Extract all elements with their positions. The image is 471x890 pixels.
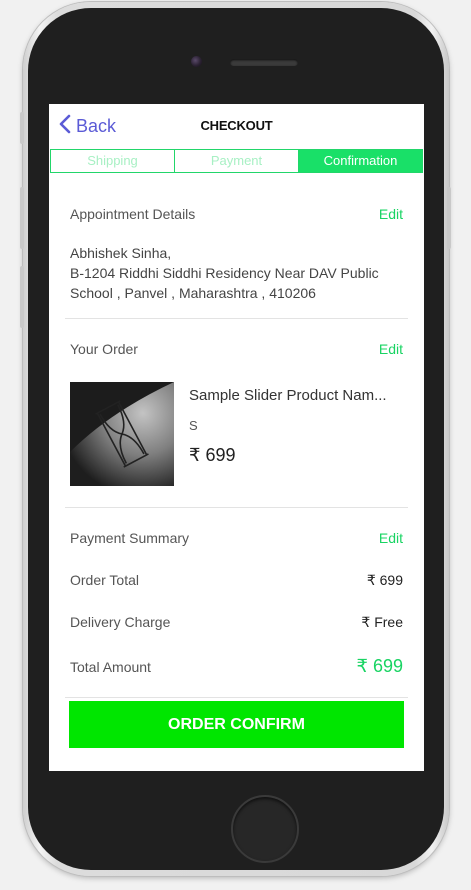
product-price: ₹ 699 xyxy=(189,445,236,465)
order-total-value: ₹ 699 xyxy=(366,572,403,588)
order-total-row: Order Total ₹ 699 xyxy=(70,572,403,589)
order-heading: Your Order xyxy=(70,341,138,357)
home-button[interactable] xyxy=(231,795,299,863)
appointment-heading: Appointment Details xyxy=(70,206,196,222)
step-payment[interactable]: Payment xyxy=(174,150,298,172)
divider xyxy=(65,318,408,319)
appointment-address-block: Abhishek Sinha, B-1204 Riddhi Siddhi Res… xyxy=(70,243,400,303)
page-title: CHECKOUT xyxy=(200,118,273,133)
total-amount-value: ₹ 699 xyxy=(356,656,404,676)
product-size: S xyxy=(189,418,198,433)
mute-switch xyxy=(20,112,24,144)
power-button xyxy=(447,187,451,249)
summary-card: Appointment Details Edit Abhishek Sinha,… xyxy=(49,183,424,771)
divider xyxy=(65,507,408,508)
step-shipping[interactable]: Shipping xyxy=(51,150,174,172)
delivery-charge-row: Delivery Charge ₹ Free xyxy=(70,614,403,631)
product-name[interactable]: Sample Slider Product Nam... xyxy=(189,387,387,404)
top-bar: Back CHECKOUT xyxy=(49,104,424,148)
front-camera xyxy=(191,56,202,67)
order-confirm-button[interactable]: ORDER CONFIRM xyxy=(69,701,404,748)
payment-edit-link[interactable]: Edit xyxy=(379,530,403,546)
appointment-header: Appointment Details Edit xyxy=(70,206,403,222)
order-edit-link[interactable]: Edit xyxy=(379,341,403,357)
volume-up-button xyxy=(20,187,24,249)
payment-summary-heading: Payment Summary xyxy=(70,530,190,546)
customer-address: B-1204 Riddhi Siddhi Residency Near DAV … xyxy=(70,265,379,301)
product-image xyxy=(70,382,174,486)
checkout-steps: Shipping Payment Confirmation xyxy=(50,149,423,173)
earpiece-speaker xyxy=(230,59,298,66)
app-screen: Back CHECKOUT Shipping Payment Confirmat… xyxy=(49,104,424,771)
delivery-charge-value: ₹ Free xyxy=(361,614,403,630)
checkout-content: Appointment Details Edit Abhishek Sinha,… xyxy=(49,183,424,771)
total-amount-row: Total Amount ₹ 699 xyxy=(70,656,403,677)
customer-name: Abhishek Sinha, xyxy=(70,245,172,261)
total-amount-label: Total Amount xyxy=(70,659,151,675)
divider xyxy=(65,697,408,698)
delivery-charge-label: Delivery Charge xyxy=(70,614,171,630)
appointment-edit-link[interactable]: Edit xyxy=(379,206,403,222)
payment-summary-header: Payment Summary Edit xyxy=(70,530,403,546)
order-total-label: Order Total xyxy=(70,572,139,588)
step-confirmation[interactable]: Confirmation xyxy=(298,150,422,172)
order-header: Your Order Edit xyxy=(70,341,403,357)
volume-down-button xyxy=(20,266,24,328)
